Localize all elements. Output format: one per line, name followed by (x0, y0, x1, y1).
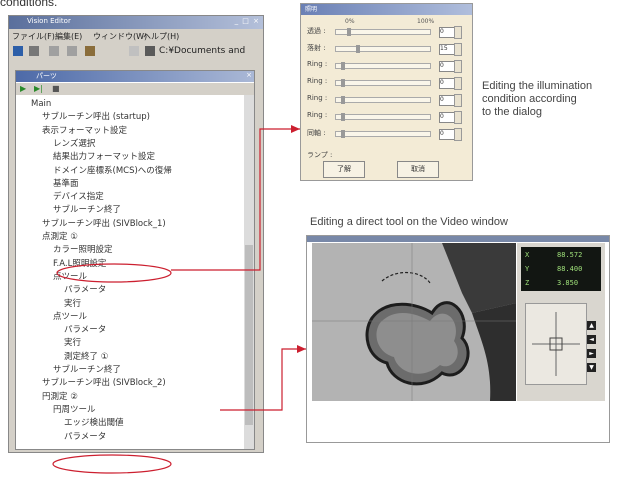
callout-line-dialog (171, 128, 300, 271)
callout-overlay (52, 125, 306, 474)
highlight-ellipse-bottom (52, 454, 172, 474)
highlight-ellipse-fal (56, 263, 172, 283)
callout-line-video (220, 348, 306, 411)
arrowhead-video (297, 345, 306, 353)
arrowhead-dialog (291, 125, 300, 133)
